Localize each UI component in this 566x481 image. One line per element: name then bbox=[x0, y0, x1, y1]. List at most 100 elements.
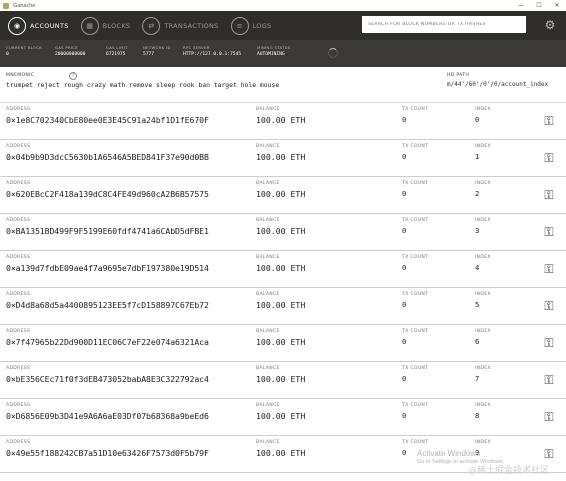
account-row: ADDRESS 0×7f47965b22Dd900D11EC06C7eF22e0… bbox=[0, 325, 566, 362]
tab-logs[interactable]: ≡ LOGS bbox=[225, 11, 278, 40]
balance-label: BALANCE bbox=[256, 107, 280, 112]
tab-transactions[interactable]: ⇄ TRANSACTIONS bbox=[136, 11, 224, 40]
index-label: INDEX bbox=[475, 218, 491, 223]
status-bar: CURRENT BLOCK 0 GAS PRICE 20000000000 GA… bbox=[0, 40, 566, 67]
account-row: ADDRESS 0×1e8C702340CbE80ee0E3E45C91a24b… bbox=[0, 103, 566, 140]
balance-label: BALANCE bbox=[256, 181, 280, 186]
tx-count-label: TX COUNT bbox=[402, 107, 429, 112]
window-controls: — ☐ ✕ bbox=[512, 0, 566, 11]
stat-value: 5777 bbox=[143, 52, 155, 57]
index-value: 2 bbox=[475, 189, 480, 198]
address-value: 0×BA1351BD499F9F5199E60fdf4741a6CAbD5dFB… bbox=[6, 226, 209, 236]
tab-blocks[interactable]: ▦ BLOCKS bbox=[75, 11, 137, 40]
balance-label: BALANCE bbox=[256, 366, 280, 371]
index-value: 1 bbox=[475, 152, 480, 161]
hd-path-label: HD PATH bbox=[447, 73, 470, 78]
show-key-icon[interactable]: ⚿ bbox=[541, 298, 557, 314]
tx-count-label: TX COUNT bbox=[402, 440, 429, 445]
stat-label: CURRENT BLOCK bbox=[6, 45, 43, 50]
index-label: INDEX bbox=[475, 329, 491, 334]
tx-count-label: TX COUNT bbox=[402, 329, 429, 334]
help-icon[interactable]: ? bbox=[69, 72, 77, 80]
balance-value: 100.00 ETH bbox=[256, 189, 306, 199]
maximize-button[interactable]: ☐ bbox=[530, 0, 548, 11]
gear-icon[interactable]: ⚙ bbox=[543, 18, 557, 32]
tx-count-label: TX COUNT bbox=[402, 144, 429, 149]
account-row: ADDRESS 0×620EBcC2F418a139dC8C4FE49d960c… bbox=[0, 177, 566, 214]
account-row: ADDRESS 0×a139d7fdbE09ae4f7a9695e7dbF197… bbox=[0, 251, 566, 288]
show-key-icon[interactable]: ⚿ bbox=[541, 372, 557, 388]
tab-transactions-label: TRANSACTIONS bbox=[164, 21, 219, 30]
stat-current-block: CURRENT BLOCK 0 bbox=[6, 45, 42, 57]
tx-count-label: TX COUNT bbox=[402, 366, 429, 371]
stat-gas-limit: GAS LIMIT 6721975 bbox=[106, 45, 128, 57]
tx-count-value: 0 bbox=[402, 411, 407, 420]
account-row: ADDRESS 0×BA1351BD499F9F5199E60fdf4741a6… bbox=[0, 214, 566, 251]
stat-value: AUTOMINING bbox=[257, 52, 285, 57]
tx-count-label: TX COUNT bbox=[402, 255, 429, 260]
account-row: ADDRESS 0×D4d8a68d5a4400895123EE5f7cD158… bbox=[0, 288, 566, 325]
address-label: ADDRESS bbox=[6, 218, 31, 223]
tab-accounts[interactable]: ◉ ACCOUNTS bbox=[2, 11, 75, 40]
index-label: INDEX bbox=[475, 292, 491, 297]
show-key-icon[interactable]: ⚿ bbox=[541, 261, 557, 277]
blocks-icon: ▦ bbox=[80, 16, 99, 35]
tab-blocks-label: BLOCKS bbox=[102, 21, 131, 30]
tx-count-value: 0 bbox=[402, 115, 407, 124]
balance-label: BALANCE bbox=[256, 255, 280, 260]
tx-count-value: 0 bbox=[402, 263, 407, 272]
transactions-icon: ⇄ bbox=[142, 16, 161, 35]
accounts-icon: ◉ bbox=[8, 16, 26, 35]
stat-label: NETWORK ID bbox=[143, 45, 171, 50]
index-value: 7 bbox=[475, 374, 480, 383]
hd-path-value: m/44'/60'/0'/0/account_index bbox=[447, 81, 549, 88]
close-button[interactable]: ✕ bbox=[548, 0, 566, 11]
balance-value: 100.00 ETH bbox=[256, 300, 306, 310]
show-key-icon[interactable]: ⚿ bbox=[541, 409, 557, 425]
stat-label: GAS LIMIT bbox=[106, 45, 128, 50]
balance-value: 100.00 ETH bbox=[256, 226, 306, 236]
balance-value: 100.00 ETH bbox=[256, 411, 306, 421]
mnemonic-text: trumpet reject rough crazy math remove s… bbox=[6, 81, 280, 89]
stat-mining-status: MINING STATUS AUTOMINING bbox=[257, 45, 291, 57]
show-key-icon[interactable]: ⚿ bbox=[541, 335, 557, 351]
balance-value: 100.00 ETH bbox=[256, 337, 306, 347]
search-input[interactable] bbox=[368, 22, 526, 27]
tx-count-value: 0 bbox=[402, 374, 407, 383]
site-watermark: @稀土掘金技术社区 bbox=[468, 466, 550, 476]
mining-spinner-icon bbox=[328, 48, 338, 58]
address-label: ADDRESS bbox=[6, 403, 31, 408]
accounts-list: ADDRESS 0×1e8C702340CbE80ee0E3E45C91a24b… bbox=[0, 103, 566, 473]
index-label: INDEX bbox=[475, 366, 491, 371]
stat-network-id: NETWORK ID 5777 bbox=[143, 45, 171, 57]
index-value: 4 bbox=[475, 263, 480, 272]
show-key-icon[interactable]: ⚿ bbox=[541, 150, 557, 166]
show-key-icon[interactable]: ⚿ bbox=[541, 187, 557, 203]
balance-label: BALANCE bbox=[256, 144, 280, 149]
title-bar: Ganache — ☐ ✕ bbox=[0, 0, 566, 11]
tx-count-value: 0 bbox=[402, 300, 407, 309]
tx-count-label: TX COUNT bbox=[402, 218, 429, 223]
balance-value: 100.00 ETH bbox=[256, 115, 306, 125]
index-label: INDEX bbox=[475, 107, 491, 112]
minimize-button[interactable]: — bbox=[512, 0, 530, 11]
address-label: ADDRESS bbox=[6, 440, 31, 445]
address-label: ADDRESS bbox=[6, 181, 31, 186]
balance-value: 100.00 ETH bbox=[256, 374, 306, 384]
show-key-icon[interactable]: ⚿ bbox=[541, 113, 557, 129]
show-key-icon[interactable]: ⚿ bbox=[541, 446, 557, 462]
account-row: ADDRESS 0×D6856E09b3D41e9A6A6aE03Df07b68… bbox=[0, 399, 566, 436]
stat-label: MINING STATUS bbox=[257, 45, 291, 50]
stat-label: RPC SERVER bbox=[183, 45, 210, 50]
index-value: 3 bbox=[475, 226, 480, 235]
index-value: 8 bbox=[475, 411, 480, 420]
show-key-icon[interactable]: ⚿ bbox=[541, 224, 557, 240]
tx-count-value: 0 bbox=[402, 189, 407, 198]
address-label: ADDRESS bbox=[6, 107, 31, 112]
address-label: ADDRESS bbox=[6, 366, 31, 371]
balance-value: 100.00 ETH bbox=[256, 263, 306, 273]
index-value: 0 bbox=[475, 115, 480, 124]
balance-value: 100.00 ETH bbox=[256, 152, 306, 162]
account-row: ADDRESS 0×bE356CEc71f0f3dEB473052babA8E3… bbox=[0, 362, 566, 399]
balance-value: 100.00 ETH bbox=[256, 448, 306, 458]
